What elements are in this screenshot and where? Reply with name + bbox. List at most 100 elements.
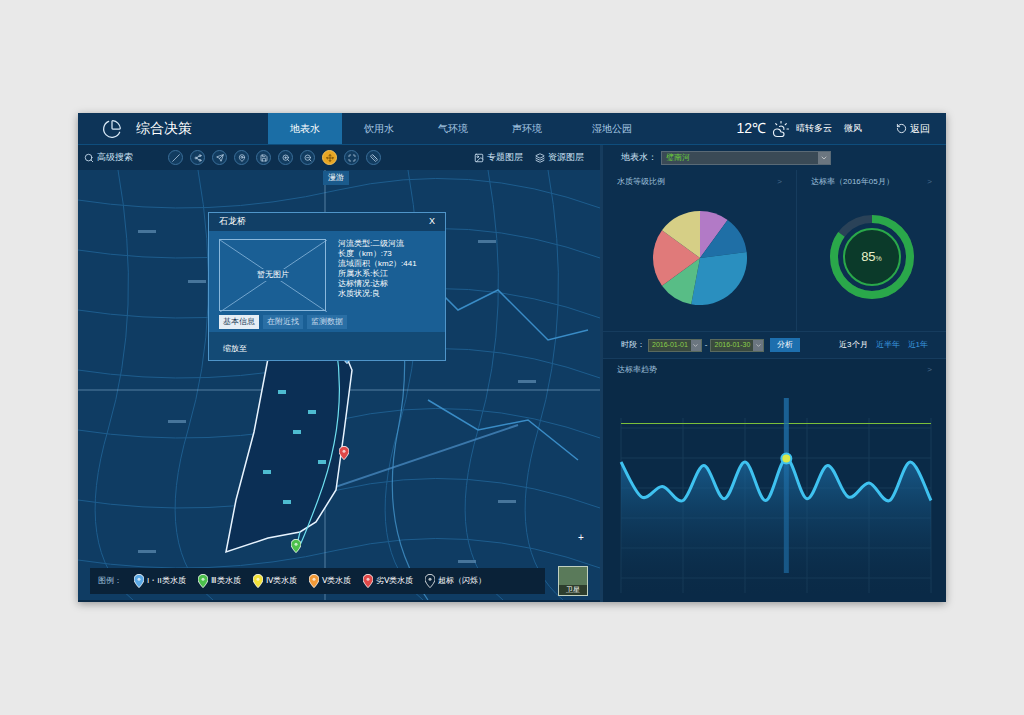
legend-item: Ⅲ类水质 — [198, 574, 241, 588]
trend-point[interactable] — [909, 461, 910, 462]
weather-text: 晴转多云 — [796, 122, 832, 136]
trend-point[interactable] — [868, 482, 869, 483]
trend-line — [621, 458, 931, 500]
popup-tab[interactable]: 监测数据 — [307, 315, 347, 329]
popup-info: 河流类型:二级河流长度（km）:73流域面积（km2）:441所属水系:长江达标… — [338, 239, 417, 311]
trend-point[interactable] — [889, 500, 890, 501]
tool-button[interactable] — [190, 150, 205, 165]
temperature: 12℃ — [736, 118, 766, 139]
legend-pin-icon — [253, 574, 263, 588]
layer-button[interactable]: 资源图层 — [535, 151, 584, 165]
date-dropdown-icon — [755, 342, 762, 349]
tool-button[interactable] — [344, 150, 359, 165]
page: 综合决策地表水饮用水气环境声环境湿地公园12℃晴转多云微风返回高级搜索专题图层资… — [0, 0, 1024, 715]
main-tab[interactable]: 气环境 — [416, 113, 490, 144]
analyze-button[interactable]: 分析 — [770, 338, 800, 352]
zoom-to-link[interactable]: 缩放至 — [223, 344, 247, 353]
river-basin[interactable] — [226, 342, 352, 552]
more-link[interactable]: > — [777, 176, 782, 188]
range-link[interactable]: 近3个月 — [839, 339, 867, 351]
tool-button[interactable] — [256, 150, 271, 165]
back-icon — [896, 123, 907, 134]
close-button[interactable]: X — [429, 215, 435, 229]
trend-point[interactable] — [847, 496, 848, 497]
end-date[interactable]: 2016-01-30 — [710, 339, 764, 352]
legend-pin-icon — [363, 574, 373, 588]
range-link[interactable]: 近半年 — [876, 339, 900, 351]
tool-icon — [216, 154, 224, 162]
tool-icon — [348, 154, 356, 162]
tool-button[interactable] — [322, 150, 337, 165]
pie-slice[interactable] — [661, 211, 699, 258]
trend-point[interactable] — [661, 486, 662, 487]
advanced-search[interactable]: 高级搜索 — [84, 151, 164, 165]
legend: 图例：I・II类水质Ⅲ类水质Ⅳ类水质Ⅴ类水质劣Ⅴ类水质超标（闪烁） — [90, 568, 545, 594]
main-tab[interactable]: 饮用水 — [342, 113, 416, 144]
main-tab[interactable]: 地表水 — [268, 113, 342, 144]
trend-point[interactable] — [781, 454, 791, 464]
pin-icon — [291, 539, 301, 553]
legend-item: 超标（闪烁） — [425, 574, 486, 588]
trend-point[interactable] — [641, 496, 642, 497]
map-pin[interactable] — [291, 539, 301, 553]
start-date[interactable]: 2016-01-01 — [648, 339, 702, 352]
popup-tab[interactable]: 在附近找 — [263, 315, 303, 329]
tool-button[interactable] — [366, 150, 381, 165]
tool-group — [168, 150, 381, 165]
legend-pin-icon — [425, 574, 435, 588]
satellite-toggle[interactable]: 卫星 — [558, 566, 588, 596]
info-line: 达标情况:达标 — [338, 279, 417, 289]
pie-chart — [650, 208, 750, 308]
tool-button[interactable] — [278, 150, 293, 165]
popup-footer: 缩放至 — [209, 332, 445, 360]
main-tab[interactable]: 湿地公园 — [564, 113, 660, 144]
trend-point[interactable] — [703, 465, 704, 466]
main-tab[interactable]: 声环境 — [490, 113, 564, 144]
map-pin[interactable] — [339, 446, 349, 460]
back-button[interactable]: 返回 — [896, 121, 930, 136]
trend-point[interactable] — [827, 465, 828, 466]
trend-chart — [615, 398, 935, 598]
tool-icon — [370, 154, 378, 162]
image-placeholder: 暂无图片 — [219, 239, 326, 311]
dropdown-icon — [820, 154, 828, 162]
legend-item: I・II类水质 — [134, 574, 186, 588]
pie-logo-icon — [102, 119, 122, 139]
pie-card: 水质等级比例> — [603, 170, 797, 331]
trend-point[interactable] — [806, 498, 807, 499]
trend-point[interactable] — [765, 500, 766, 501]
trend-point[interactable] — [744, 461, 745, 462]
logo[interactable]: 综合决策 — [78, 118, 268, 139]
tool-button[interactable] — [234, 150, 249, 165]
trend-point[interactable] — [723, 498, 724, 499]
trend-point[interactable] — [682, 500, 683, 501]
range-link[interactable]: 近1年 — [908, 339, 928, 351]
layer-icon — [474, 153, 484, 163]
tool-icon — [172, 154, 180, 162]
legend-item: Ⅳ类水质 — [253, 574, 297, 588]
layer-buttons: 专题图层资源图层 — [474, 151, 594, 165]
target-line — [621, 423, 931, 424]
trend-point[interactable] — [930, 500, 931, 501]
tool-icon — [304, 154, 312, 162]
tool-button[interactable] — [300, 150, 315, 165]
trend-card: 达标率趋势> — [603, 358, 946, 602]
trend-point[interactable] — [620, 461, 621, 462]
more-link[interactable]: > — [927, 176, 932, 188]
main-tabs: 地表水饮用水气环境声环境湿地公园 — [268, 113, 660, 144]
pie-slice[interactable] — [700, 219, 747, 257]
mode-tab[interactable]: 漫游 — [323, 171, 349, 185]
zoom-control[interactable]: + — [578, 530, 584, 545]
info-popup: 石龙桥X暂无图片河流类型:二级河流长度（km）:73流域面积（km2）:441所… — [208, 212, 446, 361]
date-dropdown-icon — [692, 342, 699, 349]
rate-card: 达标率（2016年05月）>85% — [797, 170, 946, 331]
tool-button[interactable] — [168, 150, 183, 165]
tool-icon — [326, 154, 334, 162]
map-toolbar: 高级搜索 专题图层资源图层 — [78, 145, 600, 170]
legend-pin-icon — [309, 574, 319, 588]
river-select[interactable]: 璧南河 — [661, 151, 831, 165]
tool-button[interactable] — [212, 150, 227, 165]
popup-tab[interactable]: 基本信息 — [219, 315, 259, 329]
layer-button[interactable]: 专题图层 — [474, 151, 523, 165]
more-link[interactable]: > — [927, 364, 932, 376]
